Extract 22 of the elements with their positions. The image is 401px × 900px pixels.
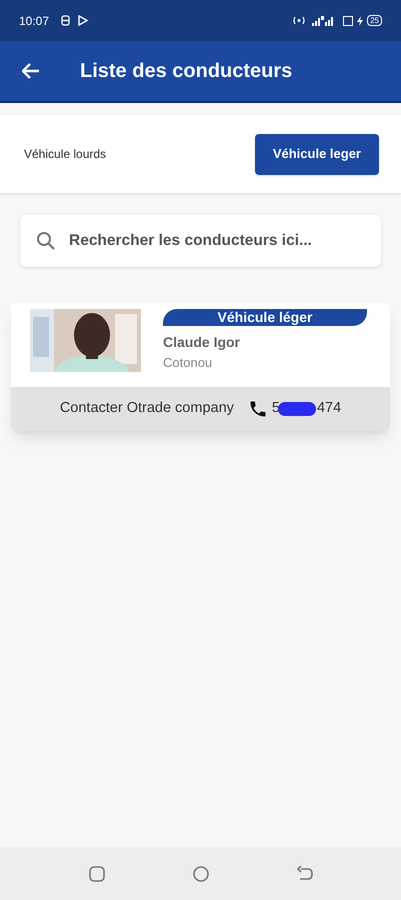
contact-label: Contacter Otrade company [60,399,234,418]
search-icon [36,231,56,251]
back-icon[interactable] [296,864,314,882]
charging-icon [357,16,364,26]
redaction-mark [278,402,316,416]
vehicle-badge: Véhicule léger [163,309,367,326]
back-arrow-icon[interactable] [22,63,40,79]
phone-number-end: 474 [316,399,342,418]
hotspot-icon [293,16,306,25]
sim-icon [61,15,70,26]
driver-city: Cotonou [163,354,214,372]
vehicle-tab[interactable]: Véhicule lourds [24,134,106,174]
vehicle-tab[interactable]: Véhicule leger [254,134,379,174]
driver-name: Claude Igor [163,333,242,352]
status-time: 10:07 [19,12,50,30]
recent-apps-icon[interactable] [88,864,106,882]
play-icon [78,15,88,26]
phone-icon[interactable] [248,399,268,419]
screen-title: Liste des conducteurs [80,59,292,84]
search-field[interactable]: Rechercher les conducteurs ici... [20,215,381,267]
battery-icon: 25 [367,15,382,26]
home-icon[interactable] [192,864,210,882]
